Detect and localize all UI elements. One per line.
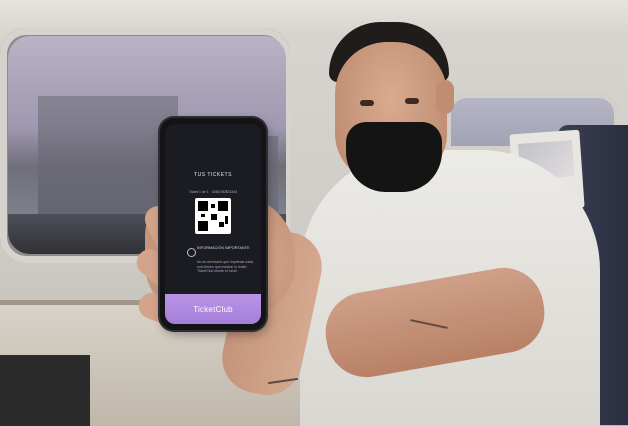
right-eye xyxy=(405,98,419,104)
table-shadow xyxy=(0,355,90,426)
tickets-title: TUS TICKETS xyxy=(194,172,232,178)
info-text: No es necesario que imprimas nada, solo … xyxy=(197,260,255,274)
face-mask xyxy=(346,122,442,192)
brand-bar: TicketClub xyxy=(165,294,261,324)
ear xyxy=(436,80,454,114)
ticket-count: Ticket 1 de 1 · 4084760823345 xyxy=(188,190,238,194)
status-bar xyxy=(173,128,253,134)
building-left xyxy=(38,96,178,216)
photo: TUS TICKETS Ticket 1 de 1 · 408476082334… xyxy=(0,0,628,426)
left-eye xyxy=(360,100,374,106)
info-title: INFORMACIÓN IMPORTANTE xyxy=(197,246,250,250)
info-icon xyxy=(187,248,196,257)
qr-code xyxy=(195,198,231,234)
phone-screen: TUS TICKETS Ticket 1 de 1 · 408476082334… xyxy=(165,124,261,324)
app-bar xyxy=(171,138,255,152)
phone: TUS TICKETS Ticket 1 de 1 · 408476082334… xyxy=(160,118,266,330)
brand-logo: TicketClub xyxy=(193,304,233,314)
